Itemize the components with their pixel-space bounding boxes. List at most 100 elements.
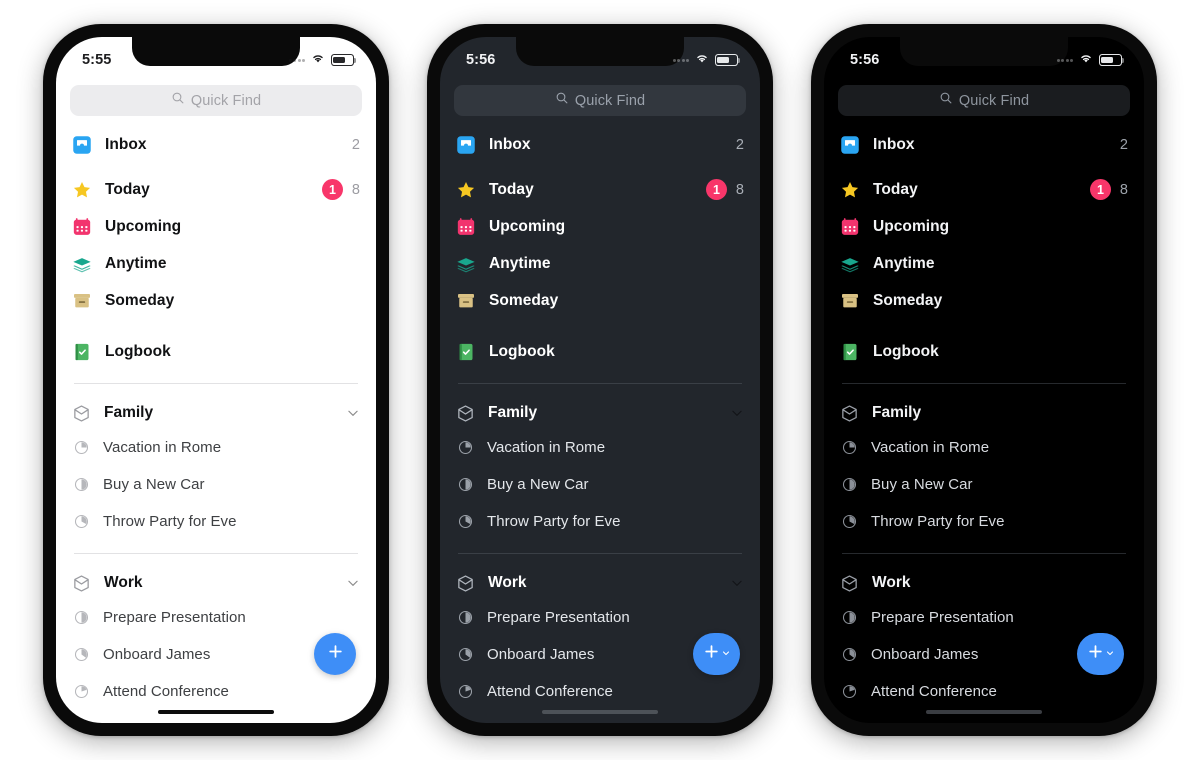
sidebar-item-upcoming[interactable]: Upcoming [840,208,1128,245]
sidebar-list: Inbox 2 Today 1 8 Upcoming Anytime Someday Logbo… [56,126,376,710]
chevron-down-icon[interactable] [1114,576,1128,590]
project-item[interactable]: Prepare Presentation [840,599,1128,636]
project-group-work[interactable]: Work [456,567,744,599]
project-item[interactable]: Attend Conference [840,673,1128,710]
sidebar-item-label: Anytime [105,254,167,272]
project-group-work[interactable]: Work [72,567,360,599]
home-indicator[interactable] [926,709,1042,714]
project-item[interactable]: Vacation in Rome [840,429,1128,466]
mockup-stage: 5:55 Quick Find Inbox 2 Today 1 8 Upcoming Anyti… [0,0,1200,760]
add-button-fab[interactable] [314,633,356,675]
signal-dots-icon [672,58,689,62]
project-hex-icon [72,404,91,423]
progress-pie-icon [74,684,89,699]
phone-mockup-light: 5:55 Quick Find Inbox 2 Today 1 8 Upcoming Anyti… [43,24,389,736]
chevron-down-icon[interactable] [730,576,744,590]
project-label: Buy a New Car [103,476,205,493]
project-group-label: Family [872,404,922,421]
wifi-icon [310,51,326,69]
project-group-family[interactable]: Family [72,397,360,429]
project-item[interactable]: Buy a New Car [72,466,360,503]
sidebar-item-label: Anytime [873,254,935,272]
project-group-work[interactable]: Work [840,567,1128,599]
sidebar-item-label: Inbox [873,135,915,153]
project-item[interactable]: Prepare Presentation [72,599,360,636]
status-indicators [288,51,357,69]
add-button-fab[interactable] [1077,633,1124,675]
quick-find-search[interactable]: Quick Find [454,85,746,116]
sidebar-item-someday[interactable]: Someday [840,282,1128,319]
sidebar-item-inbox[interactable]: Inbox 2 [72,126,360,163]
project-group-label: Family [104,404,154,421]
sidebar-item-label: Someday [873,291,943,309]
sidebar-item-today[interactable]: Today 1 8 [456,171,744,208]
project-item[interactable]: Attend Conference [72,673,360,710]
status-badge: 1 [1089,179,1111,200]
sidebar-item-counts: 2 [352,137,360,153]
sidebar-item-anytime[interactable]: Anytime [840,245,1128,282]
phone-screen-light: 5:55 Quick Find Inbox 2 Today 1 8 Upcoming Anyti… [56,37,376,723]
project-group-label: Work [104,574,143,591]
sidebar-item-label: Logbook [105,342,171,360]
inbox-tray-icon [72,135,92,155]
project-label: Attend Conference [487,683,613,700]
project-item[interactable]: Vacation in Rome [456,429,744,466]
sidebar-item-counts: 18 [321,179,360,200]
home-indicator[interactable] [542,709,658,714]
project-hex-icon [840,574,859,593]
progress-pie-icon [74,514,89,529]
project-group-family[interactable]: Family [456,397,744,429]
project-group-family[interactable]: Family [840,397,1128,429]
item-count: 8 [351,181,360,198]
sidebar-item-today[interactable]: Today 1 8 [840,171,1128,208]
chevron-down-icon[interactable] [1114,406,1128,420]
sidebar-item-logbook[interactable]: Logbook [456,333,744,370]
sidebar-item-inbox[interactable]: Inbox 2 [456,126,744,163]
sidebar-item-someday[interactable]: Someday [72,282,360,319]
phone-screen-black: 5:56 Quick Find Inbox 2 Today 1 8 Upcoming Anyti… [824,37,1144,723]
sidebar-item-label: Logbook [873,342,939,360]
progress-pie-icon [458,440,473,455]
phone-mockup-dark: 5:56 Quick Find Inbox 2 Today 1 8 Upcoming Anyti… [427,24,773,736]
progress-pie-icon [458,514,473,529]
progress-pie-icon [842,477,857,492]
sidebar-item-logbook[interactable]: Logbook [72,333,360,370]
project-label: Buy a New Car [871,476,973,493]
progress-pie-icon [74,647,89,662]
project-item[interactable]: Attend Conference [456,673,744,710]
sidebar-item-inbox[interactable]: Inbox 2 [840,126,1128,163]
item-count: 8 [735,181,744,198]
sidebar-list: Inbox 2 Today 1 8 Upcoming Anytime Someday Logbo… [824,126,1144,710]
project-item[interactable]: Buy a New Car [840,466,1128,503]
project-item[interactable]: Throw Party for Eve [456,503,744,540]
wifi-icon [694,51,710,69]
chevron-down-icon[interactable] [346,576,360,590]
progress-pie-icon [74,610,89,625]
sidebar-item-upcoming[interactable]: Upcoming [72,208,360,245]
sidebar-item-logbook[interactable]: Logbook [840,333,1128,370]
book-check-icon [72,342,92,362]
quick-find-search[interactable]: Quick Find [838,85,1130,116]
home-indicator[interactable] [158,709,274,714]
project-item[interactable]: Buy a New Car [456,466,744,503]
sidebar-item-anytime[interactable]: Anytime [456,245,744,282]
sidebar-item-today[interactable]: Today 1 8 [72,171,360,208]
project-label: Buy a New Car [487,476,589,493]
sidebar-item-someday[interactable]: Someday [456,282,744,319]
project-item[interactable]: Throw Party for Eve [72,503,360,540]
chevron-down-icon[interactable] [730,406,744,420]
project-item[interactable]: Vacation in Rome [72,429,360,466]
project-item[interactable]: Throw Party for Eve [840,503,1128,540]
add-button-fab[interactable] [693,633,740,675]
sidebar-item-anytime[interactable]: Anytime [72,245,360,282]
archive-box-icon [840,291,860,311]
sidebar-item-upcoming[interactable]: Upcoming [456,208,744,245]
chevron-down-icon[interactable] [346,406,360,420]
quick-find-search[interactable]: Quick Find [70,85,362,116]
star-icon [456,180,476,200]
quick-find-placeholder: Quick Find [958,92,1030,109]
book-check-icon [456,342,476,362]
project-item[interactable]: Prepare Presentation [456,599,744,636]
